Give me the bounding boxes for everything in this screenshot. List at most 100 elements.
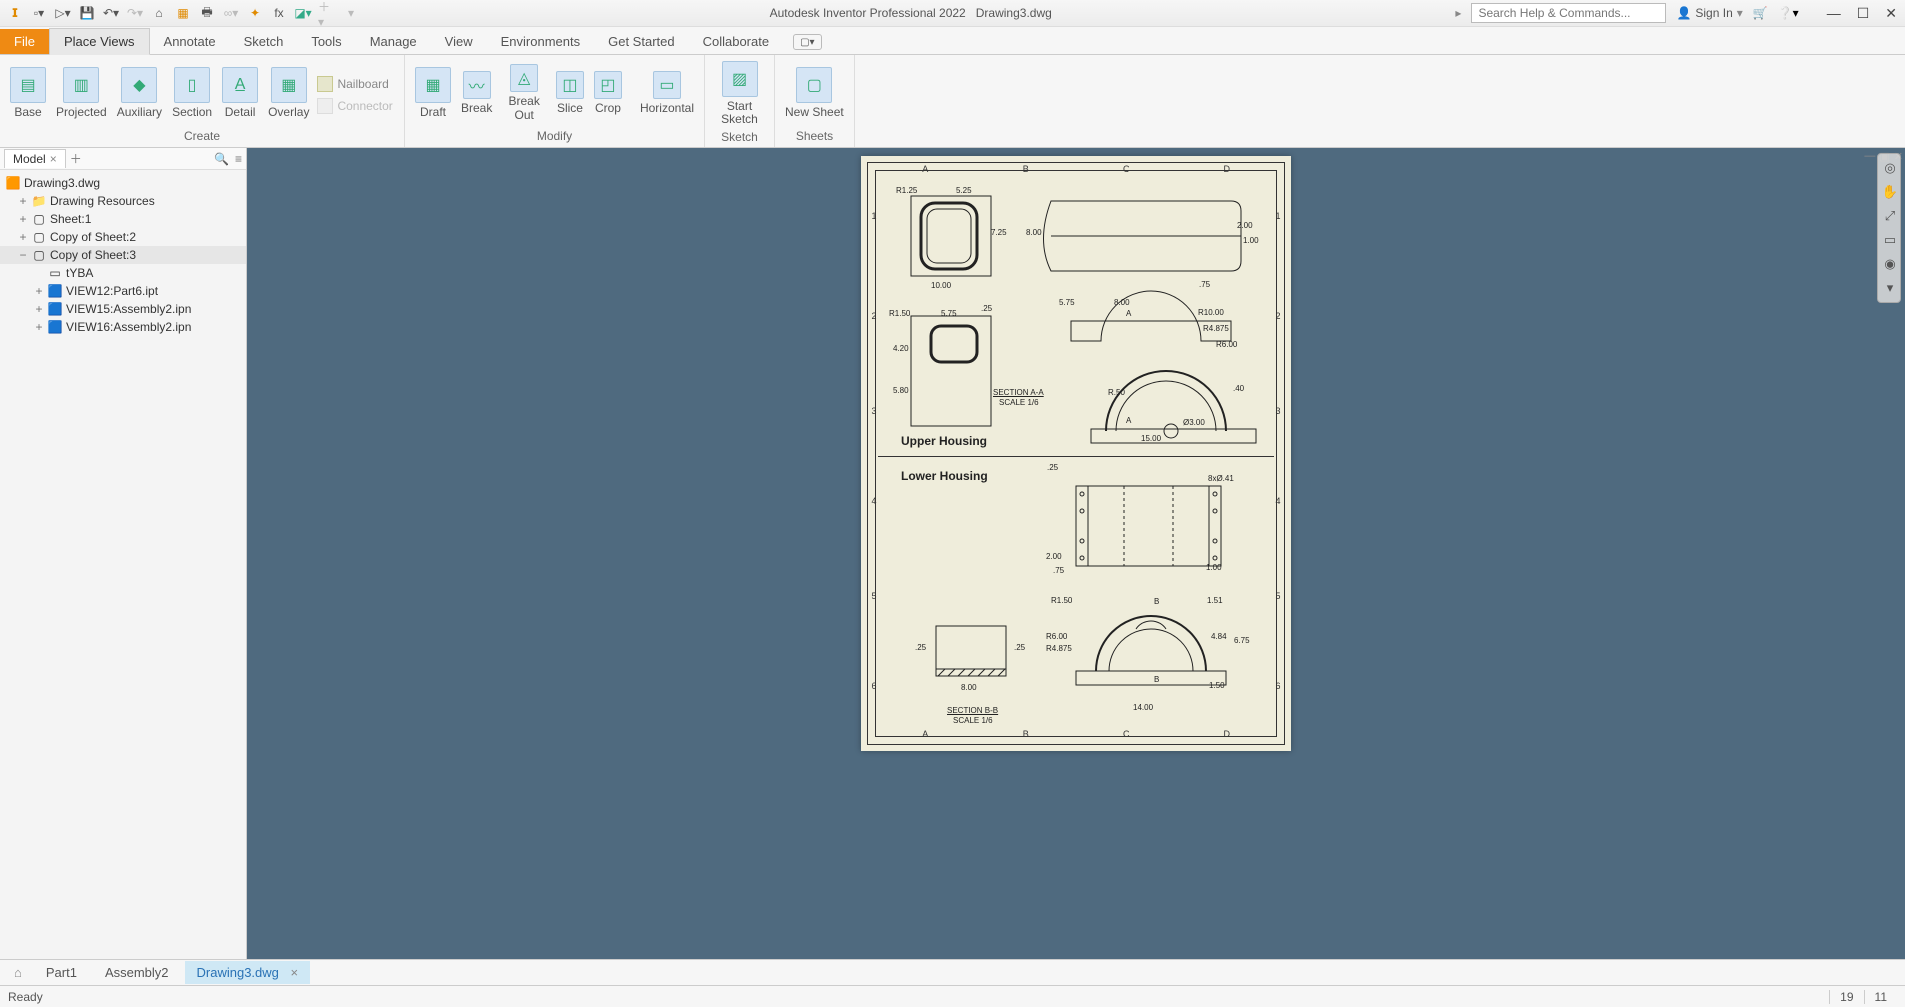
tool-start-sketch[interactable]: ▨Start Sketch: [711, 59, 768, 128]
slice-icon: ◫: [556, 71, 584, 99]
nav-zoom-icon[interactable]: ⤢: [1880, 206, 1900, 226]
tree-label: Copy of Sheet:3: [50, 248, 136, 262]
browser-search-icon[interactable]: 🔍: [214, 152, 229, 166]
save-icon[interactable]: 💾: [78, 4, 96, 22]
expand-icon[interactable]: +: [18, 212, 28, 226]
doctab-part1[interactable]: Part1: [34, 961, 89, 984]
tool-break-out[interactable]: ◬Break Out: [498, 62, 550, 123]
expand-icon[interactable]: +: [18, 230, 28, 244]
collapse-icon[interactable]: −: [18, 248, 28, 262]
tool-auxiliary[interactable]: ◆Auxiliary: [113, 65, 166, 121]
base-icon: ▤: [10, 67, 46, 103]
view-icon: 🟦: [48, 302, 62, 316]
cart-icon[interactable]: 🛒: [1753, 6, 1768, 20]
highlight-icon[interactable]: ✦: [246, 4, 264, 22]
ribbon-collapse-icon[interactable]: ▢▾: [793, 34, 821, 50]
expand-icon[interactable]: +: [34, 302, 44, 316]
tab-place-views[interactable]: Place Views: [49, 28, 150, 55]
tree-node-view12[interactable]: + 🟦 VIEW12:Part6.ipt: [0, 282, 246, 300]
nav-pan-icon[interactable]: ✋: [1880, 182, 1900, 202]
tree-node-resources[interactable]: + 📁 Drawing Resources: [0, 192, 246, 210]
close-button[interactable]: ✕: [1885, 5, 1897, 22]
expand-icon[interactable]: +: [34, 320, 44, 334]
undo-icon[interactable]: ↶▾: [102, 4, 120, 22]
drawing-sheet[interactable]: ABCD ABCD 1 2 3 4 5 6 1 2 3 4 5 6: [861, 156, 1291, 751]
app-icon[interactable]: 𝗜: [6, 4, 24, 22]
tree-label: tYBA: [66, 266, 93, 280]
nav-chevron-icon[interactable]: ▾: [1880, 278, 1900, 298]
tree-node-sheet1[interactable]: + ▢ Sheet:1: [0, 210, 246, 228]
connector-icon: [317, 98, 333, 114]
tree-label: VIEW15:Assembly2.ipn: [66, 302, 191, 316]
link-icon[interactable]: ∞▾: [222, 4, 240, 22]
tool-crop[interactable]: ◰Crop: [590, 69, 626, 117]
doctab-home-icon[interactable]: ⌂: [6, 965, 30, 980]
tab-manage[interactable]: Manage: [356, 29, 431, 54]
minimize-button[interactable]: —: [1827, 5, 1841, 22]
tree-node-copy-sheet2[interactable]: + ▢ Copy of Sheet:2: [0, 228, 246, 246]
tool-detail[interactable]: A̲Detail: [218, 65, 262, 121]
sheet-icon: ▢: [32, 230, 46, 244]
nav-wheel-icon[interactable]: ◎: [1880, 158, 1900, 178]
search-placeholder: Search Help & Commands...: [1478, 6, 1659, 20]
status-n1: 19: [1829, 990, 1863, 1004]
redo-icon[interactable]: ↷▾: [126, 4, 144, 22]
doctab-drawing3[interactable]: Drawing3.dwg ×: [185, 961, 311, 984]
nav-zoom-all-icon[interactable]: ▭: [1880, 230, 1900, 250]
tab-collaborate[interactable]: Collaborate: [689, 29, 784, 54]
help-icon[interactable]: ❔▾: [1778, 6, 1799, 20]
horizontal-icon: ▭: [653, 71, 681, 99]
tab-view[interactable]: View: [431, 29, 487, 54]
tree-root[interactable]: 🟧 Drawing3.dwg: [0, 174, 246, 192]
browser-add-tab[interactable]: ＋: [70, 150, 82, 167]
tree-node-tyba[interactable]: ▭ tYBA: [0, 264, 246, 282]
sign-in-button[interactable]: 👤 Sign In ▾: [1676, 6, 1742, 20]
tool-draft[interactable]: ▦Draft: [411, 65, 455, 121]
grid-icon[interactable]: ▦: [174, 4, 192, 22]
tree-node-view15[interactable]: + 🟦 VIEW15:Assembly2.ipn: [0, 300, 246, 318]
expand-icon[interactable]: +: [34, 284, 44, 298]
tool-projected[interactable]: ▥Projected: [52, 65, 111, 121]
tool-break[interactable]: 〰Break: [457, 69, 496, 117]
new-icon[interactable]: ▫▾: [30, 4, 48, 22]
window-title: Autodesk Inventor Professional 2022 Draw…: [366, 6, 1455, 20]
expand-icon[interactable]: +: [18, 194, 28, 208]
browser-tab-close-icon[interactable]: ×: [50, 152, 57, 166]
browser-menu-icon[interactable]: ≡: [235, 152, 242, 166]
status-n2: 11: [1864, 990, 1897, 1004]
material-icon[interactable]: ◪▾: [294, 4, 312, 22]
tab-get-started[interactable]: Get Started: [594, 29, 688, 54]
doctab-close-icon[interactable]: ×: [291, 965, 299, 980]
tab-tools[interactable]: Tools: [297, 29, 355, 54]
home-qat-icon[interactable]: ⌂: [150, 4, 168, 22]
search-input[interactable]: Search Help & Commands...: [1471, 3, 1666, 23]
params-icon[interactable]: fx: [270, 4, 288, 22]
doctab-assembly2[interactable]: Assembly2: [93, 961, 181, 984]
vp-min-icon[interactable]: —: [1864, 150, 1875, 163]
browser-tab-model[interactable]: Model ×: [4, 149, 66, 168]
tool-new-sheet[interactable]: ▢New Sheet: [781, 65, 848, 121]
open-icon[interactable]: ▷▾: [54, 4, 72, 22]
tool-base[interactable]: ▤Base: [6, 65, 50, 121]
tab-environments[interactable]: Environments: [487, 29, 594, 54]
lower-housing-title: Lower Housing: [901, 469, 988, 483]
print-icon[interactable]: 🖶: [198, 4, 216, 22]
tool-nailboard[interactable]: Nailboard: [315, 74, 394, 94]
qat-dropdown-icon[interactable]: ▾: [342, 4, 360, 22]
maximize-button[interactable]: ☐: [1857, 5, 1870, 22]
sheet-icon: ▢: [32, 248, 46, 262]
tab-annotate[interactable]: Annotate: [150, 29, 230, 54]
tree-node-view16[interactable]: + 🟦 VIEW16:Assembly2.ipn: [0, 318, 246, 336]
tool-overlay[interactable]: ▦Overlay: [264, 65, 313, 121]
model-tree[interactable]: 🟧 Drawing3.dwg + 📁 Drawing Resources + ▢…: [0, 170, 246, 959]
tool-section[interactable]: ▯Section: [168, 65, 216, 121]
add-qat-icon[interactable]: ＋▾: [318, 4, 336, 22]
nav-orbit-icon[interactable]: ◉: [1880, 254, 1900, 274]
drawing-canvas[interactable]: — ▣ ✕ ◎ ✋ ⤢ ▭ ◉ ▾ ABCD ABCD 1 2: [247, 148, 1905, 959]
tree-node-copy-sheet3[interactable]: − ▢ Copy of Sheet:3: [0, 246, 246, 264]
tool-horizontal[interactable]: ▭Horizontal: [636, 69, 698, 117]
tool-slice[interactable]: ◫Slice: [552, 69, 588, 117]
tool-connector[interactable]: Connector: [315, 96, 394, 116]
tab-file[interactable]: File: [0, 29, 49, 54]
tab-sketch[interactable]: Sketch: [230, 29, 298, 54]
